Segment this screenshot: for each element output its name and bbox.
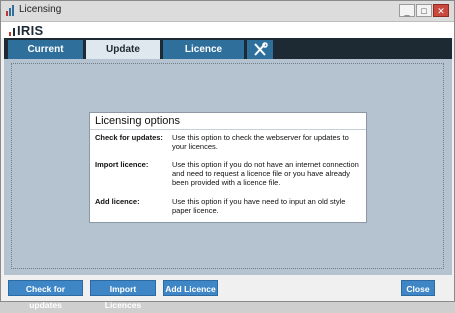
close-button[interactable]: Close	[401, 280, 435, 296]
tools-icon	[254, 42, 268, 56]
licensing-window: Licensing _ □ ✕ IRIS Current Licences Up…	[0, 0, 455, 310]
tab-update-licences[interactable]: Update Licences	[86, 40, 160, 74]
licensing-options-panel: Licensing options Check for updates: Use…	[89, 112, 367, 223]
import-licences-button[interactable]: Import Licences	[90, 280, 156, 310]
window-title: Licensing	[19, 4, 62, 15]
option-label-check-updates: Check for updates:	[95, 133, 163, 142]
tab-bar: Current Licences Update Licences Licence…	[4, 38, 452, 74]
brand-logo-text: IRIS	[17, 23, 44, 38]
iris-logo-icon	[9, 28, 15, 36]
close-icon: ✕	[437, 6, 445, 16]
close-window-button[interactable]: ✕	[433, 4, 449, 17]
add-licence-button[interactable]: Add Licence	[163, 280, 218, 296]
panel-divider	[90, 129, 366, 130]
option-label-add-licence: Add licence:	[95, 197, 140, 206]
app-icon	[6, 5, 14, 16]
option-desc-add-licence: Use this option if you have need to inpu…	[172, 197, 346, 215]
brand-bar: IRIS	[1, 22, 454, 38]
tab-current-licences[interactable]: Current Licences	[8, 40, 83, 74]
content-area: Licensing options Check for updates: Use…	[4, 59, 452, 275]
maximize-button[interactable]: □	[416, 4, 432, 17]
panel-title: Licensing options	[95, 115, 181, 127]
tab-tools[interactable]	[247, 40, 273, 59]
check-for-updates-button[interactable]: Check for updates	[8, 280, 83, 310]
minimize-icon: _	[404, 6, 410, 16]
footer-bar: Check for updates Import Licences Add Li…	[1, 275, 454, 310]
minimize-button[interactable]: _	[399, 4, 415, 17]
option-desc-import-licence: Use this option if you do not have an in…	[172, 160, 359, 187]
maximize-icon: □	[421, 6, 427, 16]
option-label-import-licence: Import licence:	[95, 160, 149, 169]
tab-licence-agreement[interactable]: Licence Agreement	[163, 40, 244, 74]
option-desc-check-updates: Use this option to check the webserver f…	[172, 133, 349, 151]
title-bar[interactable]: Licensing _ □ ✕	[1, 1, 454, 22]
